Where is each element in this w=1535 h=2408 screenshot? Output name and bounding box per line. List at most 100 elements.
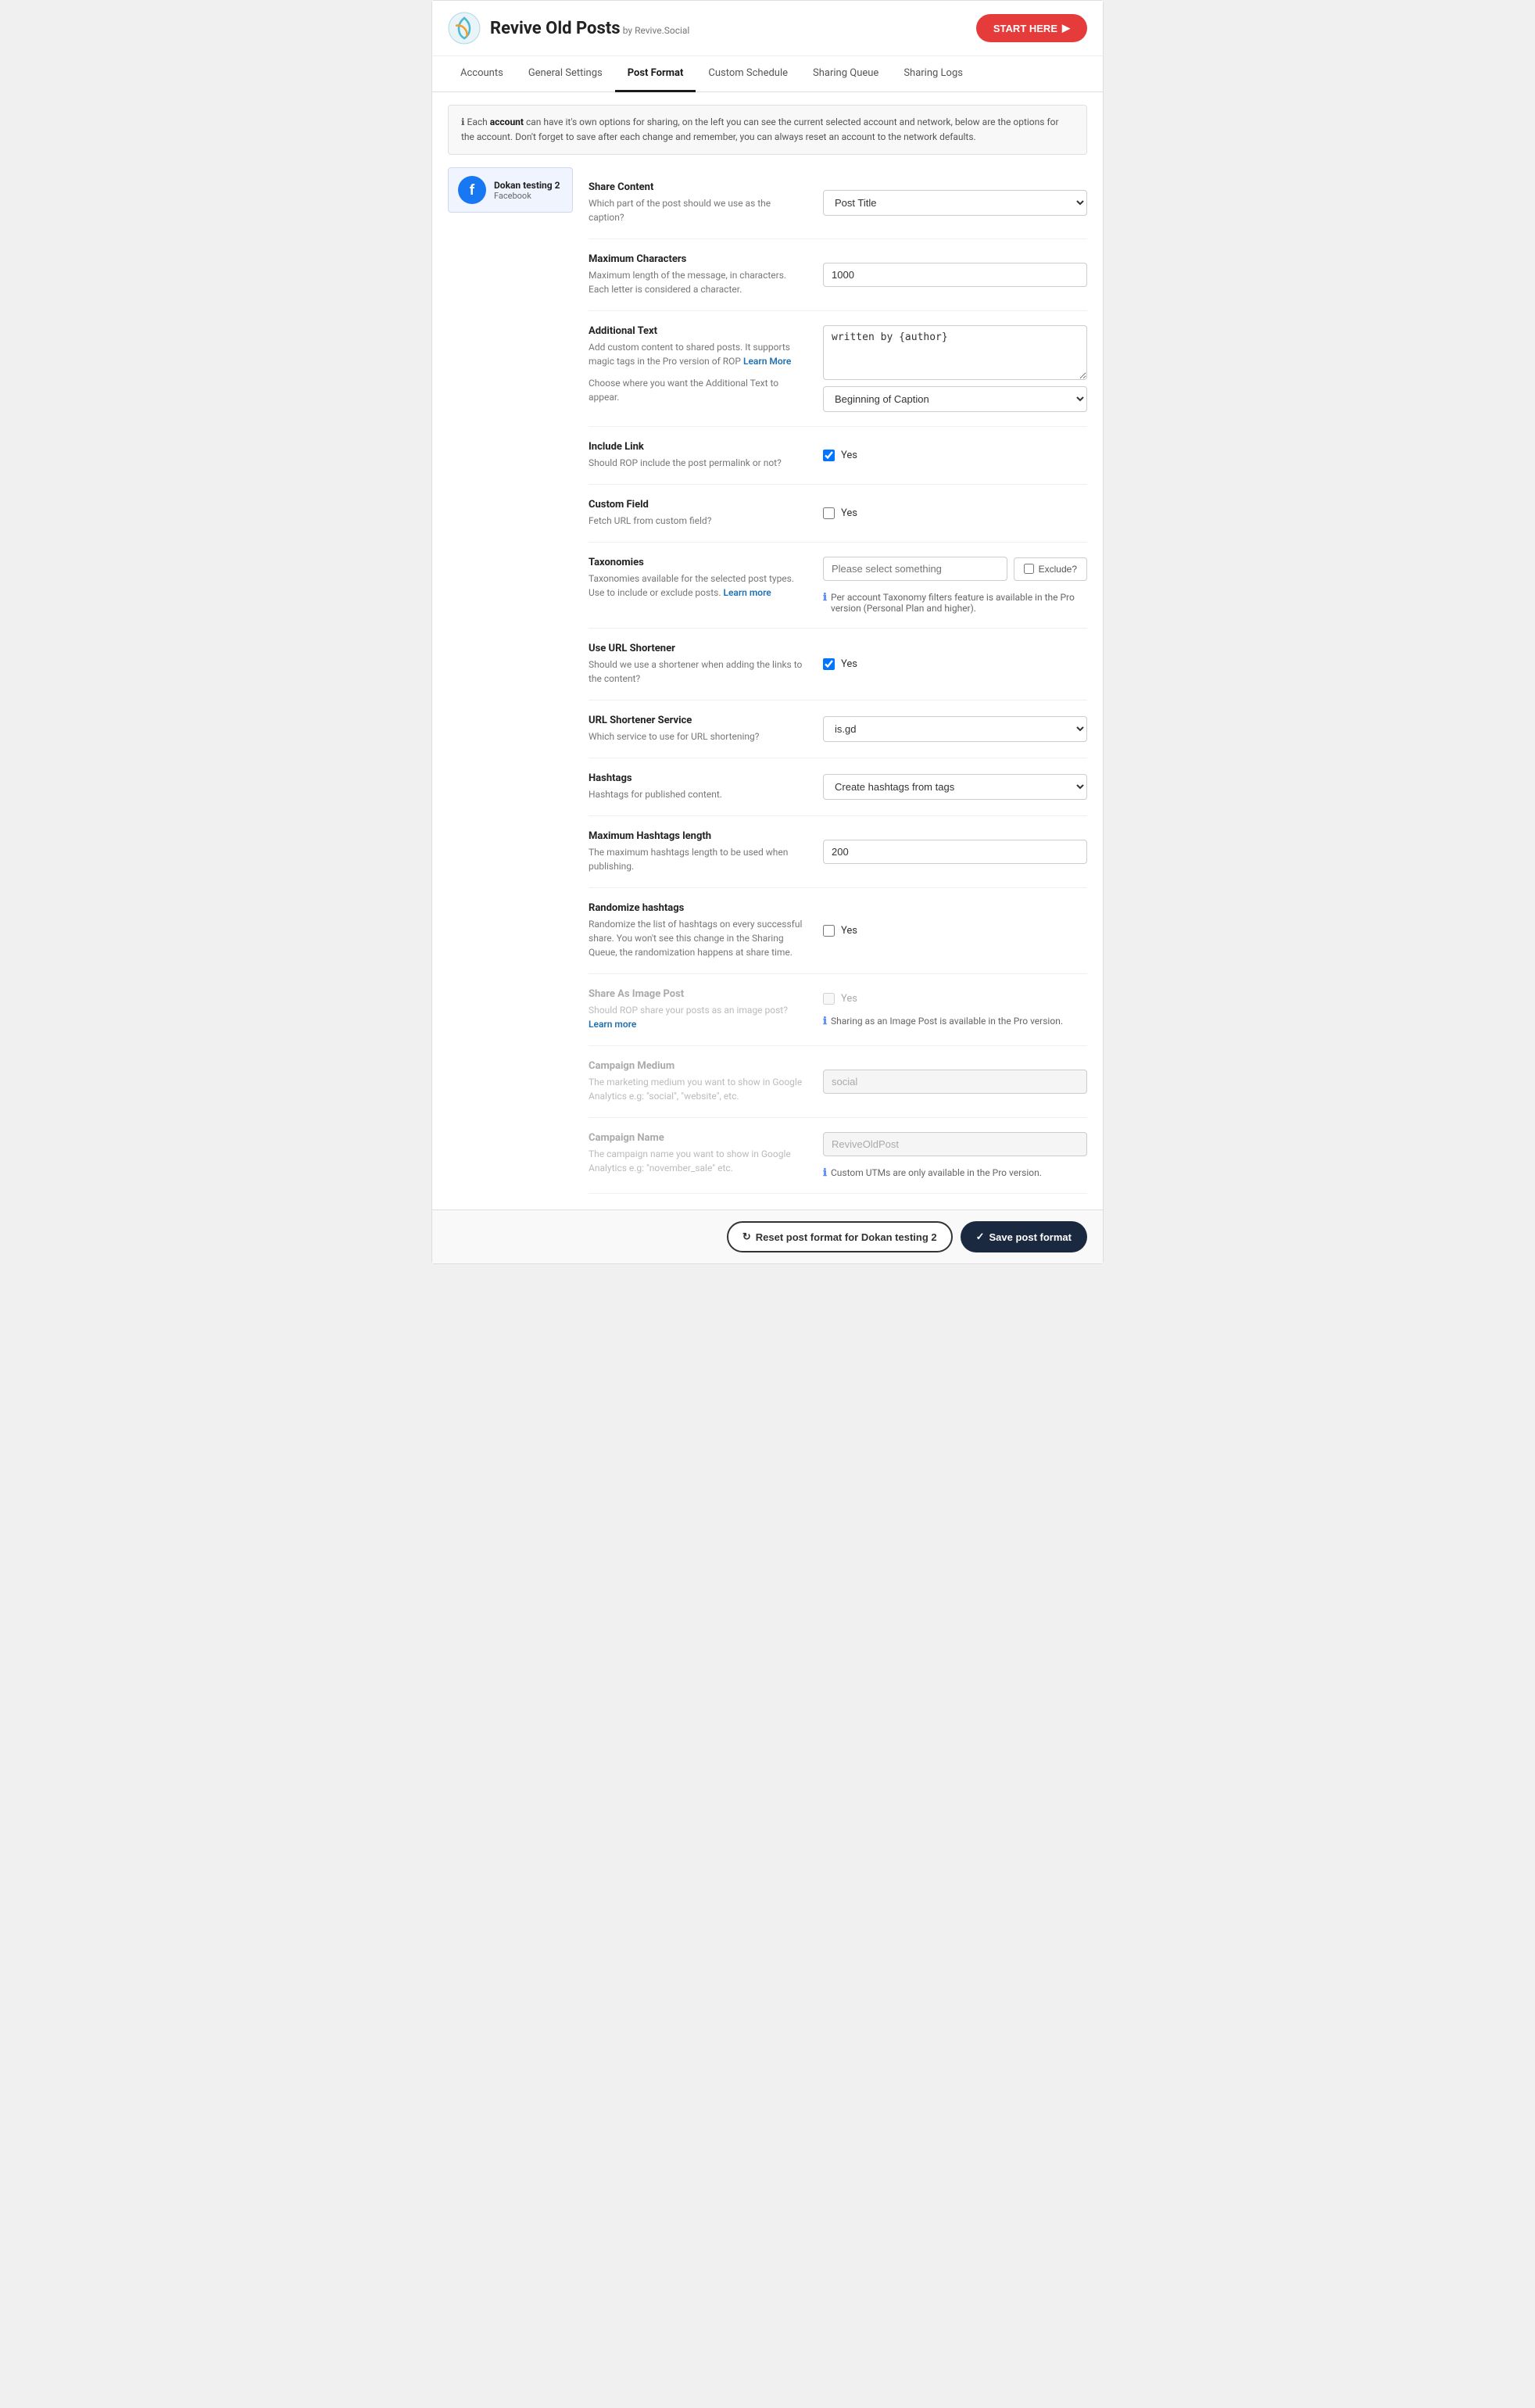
campaign-name-input[interactable] (823, 1132, 1087, 1156)
play-icon: ▶ (1062, 22, 1070, 34)
logo-text-block: Revive Old Posts by Revive.Social (490, 19, 689, 38)
taxonomies-pro-note: Per account Taxonomy filters feature is … (831, 592, 1087, 614)
share-as-image-yes-label: Yes (841, 993, 857, 1005)
randomize-hashtags-description: Randomize the list of hashtags on every … (589, 917, 807, 959)
hashtags-row: Hashtags Hashtags for published content.… (589, 758, 1087, 816)
campaign-name-pro-note: Custom UTMs are only available in the Pr… (831, 1167, 1042, 1178)
additional-text-input[interactable]: written by {author} (823, 325, 1087, 380)
exclude-checkbox[interactable] (1024, 564, 1034, 574)
tab-custom-schedule[interactable]: Custom Schedule (696, 56, 800, 92)
include-link-yes-label: Yes (841, 450, 857, 461)
url-shortener-checkbox[interactable] (823, 658, 835, 670)
custom-field-checkbox[interactable] (823, 507, 835, 519)
share-as-image-learn-more[interactable]: Learn more (589, 1019, 636, 1030)
additional-text-learn-more[interactable]: Learn More (743, 356, 791, 367)
share-as-image-info-icon: ℹ (823, 1016, 827, 1027)
url-shortener-row: Use URL Shortener Should we use a shorte… (589, 629, 1087, 701)
facebook-icon: f (458, 176, 486, 204)
share-content-select[interactable]: Post Title Post Content Post Excerpt (823, 190, 1087, 216)
url-shortener-description: Should we use a shortener when adding th… (589, 658, 807, 686)
tab-sharing-queue[interactable]: Sharing Queue (800, 56, 891, 92)
max-hashtags-row: Maximum Hashtags length The maximum hash… (589, 816, 1087, 888)
additional-text-position-label: Choose where you want the Additional Tex… (589, 376, 807, 404)
max-hashtags-description: The maximum hashtags length to be used w… (589, 845, 807, 873)
campaign-name-description: The campaign name you want to show in Go… (589, 1147, 807, 1175)
info-icon: ℹ (823, 592, 827, 604)
taxonomies-label: Taxonomies (589, 557, 807, 568)
include-link-row: Include Link Should ROP include the post… (589, 427, 1087, 485)
randomize-hashtags-row: Randomize hashtags Randomize the list of… (589, 888, 1087, 974)
max-characters-row: Maximum Characters Maximum length of the… (589, 239, 1087, 311)
account-item[interactable]: f Dokan testing 2 Facebook (448, 167, 573, 213)
campaign-medium-label: Campaign Medium (589, 1060, 807, 1072)
account-network: Facebook (494, 191, 560, 201)
include-link-description: Should ROP include the post permalink or… (589, 456, 807, 470)
share-content-description: Which part of the post should we use as … (589, 196, 807, 224)
start-here-button[interactable]: START HERE ▶ (976, 14, 1087, 42)
logo-by: by Revive.Social (623, 25, 690, 36)
footer-bar: ↻ Reset post format for Dokan testing 2 … (432, 1209, 1103, 1263)
custom-field-label: Custom Field (589, 499, 807, 511)
taxonomies-row: Taxonomies Taxonomies available for the … (589, 543, 1087, 629)
settings-panel: Share Content Which part of the post sho… (589, 167, 1087, 1194)
header: Revive Old Posts by Revive.Social START … (432, 1, 1103, 56)
hashtags-select[interactable]: Create hashtags from tags No hashtags Cr… (823, 774, 1087, 800)
max-characters-input[interactable]: 1000 (823, 263, 1087, 287)
tab-general-settings[interactable]: General Settings (516, 56, 615, 92)
logo-icon (448, 12, 481, 45)
max-characters-label: Maximum Characters (589, 253, 807, 265)
max-hashtags-input[interactable] (823, 840, 1087, 864)
exclude-button[interactable]: Exclude? (1014, 557, 1087, 581)
url-shortener-label: Use URL Shortener (589, 643, 807, 654)
taxonomies-description: Taxonomies available for the selected po… (589, 572, 807, 600)
save-post-format-button[interactable]: ✓ Save post format (961, 1221, 1087, 1252)
taxonomies-input[interactable] (823, 557, 1007, 581)
share-as-image-pro-note: Sharing as an Image Post is available in… (831, 1016, 1063, 1027)
tab-accounts[interactable]: Accounts (448, 56, 516, 92)
custom-field-yes-label: Yes (841, 507, 857, 519)
campaign-name-info-icon: ℹ (823, 1167, 827, 1179)
randomize-hashtags-yes-label: Yes (841, 925, 857, 937)
account-name: Dokan testing 2 (494, 180, 560, 191)
share-content-row: Share Content Which part of the post sho… (589, 167, 1087, 239)
custom-field-row: Custom Field Fetch URL from custom field… (589, 485, 1087, 543)
campaign-medium-description: The marketing medium you want to show in… (589, 1075, 807, 1103)
checkmark-icon: ✓ (976, 1231, 985, 1243)
max-characters-description: Maximum length of the message, in charac… (589, 268, 807, 296)
include-link-checkbox[interactable] (823, 450, 835, 461)
taxonomies-learn-more[interactable]: Learn more (723, 587, 771, 598)
additional-text-row: Additional Text Add custom content to sh… (589, 311, 1087, 427)
custom-field-description: Fetch URL from custom field? (589, 514, 807, 528)
hashtags-label: Hashtags (589, 772, 807, 784)
account-sidebar: f Dokan testing 2 Facebook (448, 167, 573, 1194)
url-shortener-yes-label: Yes (841, 658, 857, 670)
additional-text-description: Add custom content to shared posts. It s… (589, 340, 807, 368)
share-as-image-checkbox[interactable] (823, 993, 835, 1005)
share-as-image-label: Share As Image Post (589, 988, 807, 1000)
url-shortener-service-select[interactable]: is.gd bit.ly ow.ly (823, 716, 1087, 742)
max-hashtags-label: Maximum Hashtags length (589, 830, 807, 842)
hashtags-description: Hashtags for published content. (589, 787, 807, 801)
include-link-label: Include Link (589, 441, 807, 453)
reset-post-format-button[interactable]: ↻ Reset post format for Dokan testing 2 (727, 1221, 953, 1252)
tab-post-format[interactable]: Post Format (615, 56, 696, 92)
url-shortener-service-row: URL Shortener Service Which service to u… (589, 701, 1087, 758)
campaign-name-row: Campaign Name The campaign name you want… (589, 1118, 1087, 1194)
additional-text-label: Additional Text (589, 325, 807, 337)
share-content-label: Share Content (589, 181, 807, 193)
campaign-medium-row: Campaign Medium The marketing medium you… (589, 1046, 1087, 1118)
campaign-name-label: Campaign Name (589, 1132, 807, 1144)
randomize-hashtags-label: Randomize hashtags (589, 902, 807, 914)
reset-icon: ↻ (742, 1231, 751, 1243)
url-shortener-service-label: URL Shortener Service (589, 715, 807, 726)
randomize-hashtags-checkbox[interactable] (823, 925, 835, 937)
logo-text: Revive Old Posts (490, 19, 621, 38)
nav-tabs: Accounts General Settings Post Format Cu… (432, 56, 1103, 92)
additional-text-position-select[interactable]: Beginning of Caption End of Caption (823, 386, 1087, 412)
tab-sharing-logs[interactable]: Sharing Logs (891, 56, 975, 92)
share-as-image-row: Share As Image Post Should ROP share you… (589, 974, 1087, 1046)
campaign-medium-input[interactable] (823, 1070, 1087, 1094)
share-as-image-description: Should ROP share your posts as an image … (589, 1003, 807, 1031)
info-bar: ℹ Each account can have it's own options… (448, 105, 1087, 155)
url-shortener-service-description: Which service to use for URL shortening? (589, 729, 807, 744)
